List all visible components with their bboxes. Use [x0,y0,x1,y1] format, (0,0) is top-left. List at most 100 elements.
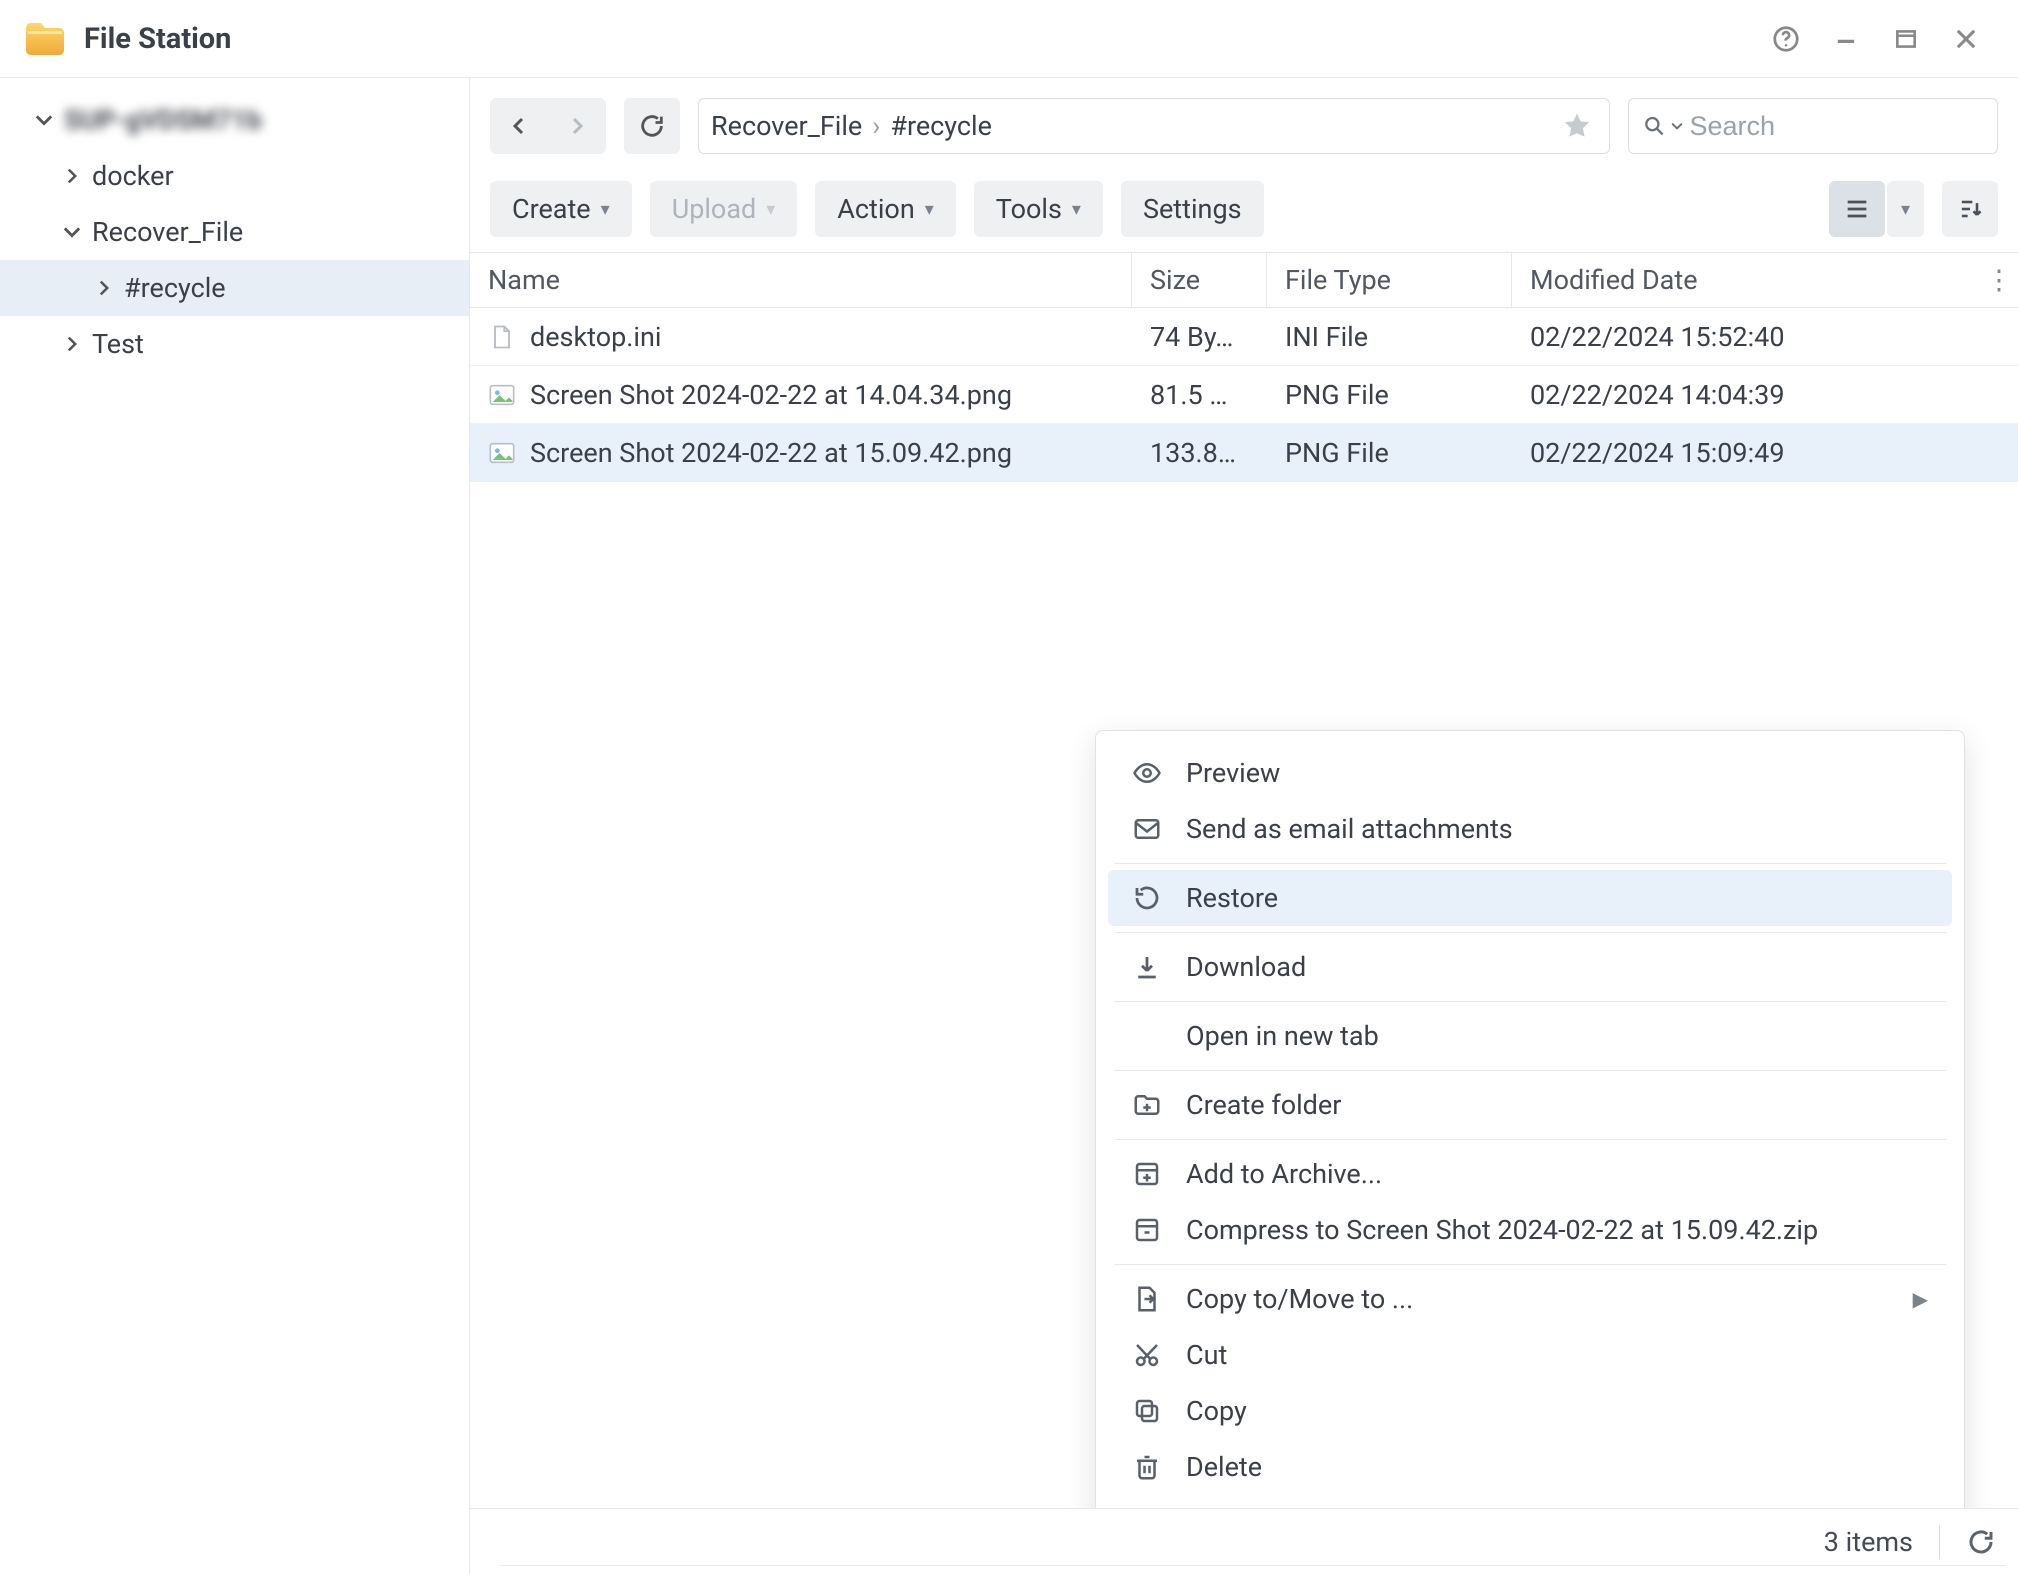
settings-button[interactable]: Settings [1121,181,1264,237]
column-type[interactable]: File Type [1267,253,1512,307]
caret-right-icon [92,276,116,300]
context-menu-item[interactable]: Open in new tab [1108,1008,1952,1064]
context-menu-separator [1114,1264,1946,1265]
copy-icon [1132,1396,1162,1426]
eye-icon [1132,758,1162,788]
sidebar-item-docker[interactable]: docker [0,148,469,204]
column-size[interactable]: Size [1132,253,1267,307]
context-menu-item[interactable]: Add to Archive... [1108,1146,1952,1202]
table-header: Name Size File Type Modified Date ⋮ [470,252,2018,308]
table-row[interactable]: Screen Shot 2024-02-22 at 14.04.34.png 8… [470,366,2018,424]
table-row[interactable]: Screen Shot 2024-02-22 at 15.09.42.png 1… [470,424,2018,482]
minimize-button[interactable] [1816,9,1876,69]
upload-button[interactable]: Upload▾ [650,181,798,237]
favorite-button[interactable] [1557,111,1597,141]
help-button[interactable] [1756,9,1816,69]
file-type: PNG File [1267,437,1512,469]
search-icon [1643,113,1665,139]
context-menu-label: Download [1186,951,1306,983]
context-menu-item[interactable]: Compress to Screen Shot 2024-02-22 at 15… [1108,1202,1952,1258]
sort-button[interactable] [1942,181,1998,237]
divider [1939,1525,1940,1559]
tree-root-label: SUP-gVDSM71b [64,104,262,136]
context-menu-label: Compress to Screen Shot 2024-02-22 at 15… [1186,1214,1818,1246]
search-box[interactable] [1628,98,1998,154]
context-menu-label: Send as email attachments [1186,813,1513,845]
context-menu-item[interactable]: Cut [1108,1327,1952,1383]
caret-right-icon [60,332,84,356]
context-menu-item[interactable]: Download [1108,939,1952,995]
body: SUP-gVDSM71b docker Recover_File #recycl… [0,78,2018,1574]
context-menu: Preview Send as email attachments Restore D… [1095,730,1965,1508]
context-menu-item[interactable]: Rename [1108,1495,1952,1508]
list-view-button[interactable] [1829,181,1885,237]
context-menu-label: Preview [1186,757,1280,789]
file-type: PNG File [1267,379,1512,411]
sidebar: SUP-gVDSM71b docker Recover_File #recycl… [0,78,470,1574]
context-menu-item[interactable]: Create folder [1108,1077,1952,1133]
caret-right-icon [60,164,84,188]
tree-root[interactable]: SUP-gVDSM71b [0,92,469,148]
table-row[interactable]: desktop.ini 74 By… INI File 02/22/2024 1… [470,308,2018,366]
column-name[interactable]: Name [470,253,1132,307]
moveto-icon [1132,1284,1162,1314]
context-menu-item[interactable]: Copy [1108,1383,1952,1439]
nav-history [490,98,606,154]
action-toolbar: Create▾ Upload▾ Action▾ Tools▾ Settings … [470,174,2018,244]
nav-back-button[interactable] [490,98,548,154]
context-menu-separator [1114,863,1946,864]
tools-button[interactable]: Tools▾ [974,181,1103,237]
context-menu-item[interactable]: Send as email attachments [1108,801,1952,857]
close-button[interactable] [1936,9,1996,69]
search-input[interactable] [1690,111,1983,142]
create-button[interactable]: Create▾ [490,181,632,237]
maximize-button[interactable] [1876,9,1936,69]
divider [500,1565,2006,1566]
sidebar-item-label: docker [92,160,174,192]
context-menu-label: Rename [1186,1507,1285,1508]
column-modified[interactable]: Modified Date [1512,253,1980,307]
caret-down-icon [60,220,84,244]
context-menu-separator [1114,1070,1946,1071]
cut-icon [1132,1340,1162,1370]
context-menu-label: Copy to/Move to ... [1186,1283,1413,1315]
context-menu-item[interactable]: Restore [1108,870,1952,926]
context-menu-item[interactable]: Copy to/Move to ... ▶ [1108,1271,1952,1327]
file-size: 81.5 … [1132,379,1267,411]
archive-icon [1132,1215,1162,1245]
status-refresh-button[interactable] [1966,1527,1996,1557]
context-menu-separator [1114,932,1946,933]
breadcrumb-segment[interactable]: #recycle [890,110,992,142]
app-icon [22,16,68,62]
download-icon [1132,952,1162,982]
file-name: desktop.ini [530,321,661,353]
file-modified: 02/22/2024 15:52:40 [1512,321,2018,353]
sidebar-item-recycle[interactable]: #recycle [0,260,469,316]
action-button[interactable]: Action▾ [815,181,956,237]
refresh-button[interactable] [624,98,680,154]
context-menu-item[interactable]: Delete [1108,1439,1952,1495]
sidebar-item-label: Recover_File [92,216,243,248]
path-bar[interactable]: Recover_File › #recycle [698,98,1610,154]
image-icon [488,439,516,467]
view-mode: ▾ [1829,181,1924,237]
caret-down-icon [32,108,56,132]
context-menu-item[interactable]: Preview [1108,745,1952,801]
column-menu-button[interactable]: ⋮ [1980,264,2018,296]
file-modified: 02/22/2024 15:09:49 [1512,437,2018,469]
context-menu-label: Copy [1186,1395,1247,1427]
context-menu-separator [1114,1139,1946,1140]
newfolder-icon [1132,1090,1162,1120]
trash-icon [1132,1452,1162,1482]
sidebar-item-recover-file[interactable]: Recover_File [0,204,469,260]
sidebar-item-test[interactable]: Test [0,316,469,372]
app-title: File Station [84,22,231,56]
view-mode-dropdown[interactable]: ▾ [1887,181,1924,237]
nav-forward-button[interactable] [548,98,606,154]
breadcrumb-segment[interactable]: Recover_File [711,110,862,142]
image-icon [488,381,516,409]
file-size: 74 By… [1132,321,1267,353]
chevron-right-icon: ▶ [1913,1287,1928,1311]
main-panel: Recover_File › #recycle Create▾ Uploa [470,78,2018,1574]
mail-icon [1132,814,1162,844]
